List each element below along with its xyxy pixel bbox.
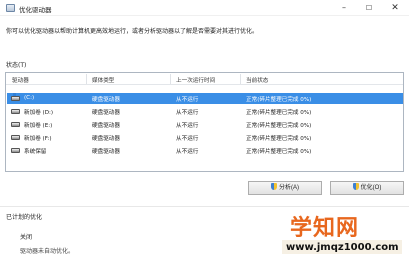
media-type: 硬盘驱动器 xyxy=(92,136,120,142)
status-label: 状态(T) xyxy=(6,62,27,69)
list-header: 驱动器 媒体类型 上一次运行时间 当前状态 xyxy=(6,73,403,85)
table-row[interactable]: 系统保留 硬盘驱动器 从不运行 正常(碎片整理已完成 0%) xyxy=(7,145,403,156)
scheduled-state: 关闭 xyxy=(20,234,33,241)
window-title: 优化驱动器 xyxy=(19,6,52,14)
optimize-label: 优化(O) xyxy=(360,185,382,191)
last-run: 从不运行 xyxy=(176,110,199,116)
scheduled-description: 驱动器未自动优化。 xyxy=(20,248,75,255)
analyze-button[interactable]: 分析(A) xyxy=(248,181,322,195)
maximize-icon[interactable]: ☐ xyxy=(358,2,380,14)
column-header-last-run[interactable]: 上一次运行时间 xyxy=(176,76,215,84)
drive-name: (C:) xyxy=(24,95,35,101)
column-divider[interactable] xyxy=(86,74,87,84)
current-status: 正常(碎片整理已完成 0%) xyxy=(246,136,312,142)
uac-shield-icon xyxy=(352,183,359,190)
close-icon[interactable]: ✕ xyxy=(384,2,406,14)
drive-list[interactable]: 驱动器 媒体类型 上一次运行时间 当前状态 (C:) 硬盘驱动器 从不运行 正常… xyxy=(5,72,404,172)
current-status: 正常(碎片整理已完成 0%) xyxy=(246,97,312,103)
current-status: 正常(碎片整理已完成 0%) xyxy=(246,149,312,155)
watermark-url: www.jmqz1000.com xyxy=(286,242,399,253)
media-type: 硬盘驱动器 xyxy=(92,149,120,155)
intro-text: 你可以优化驱动器以帮助计算机更高效地运行，或者分析驱动器以了解是否需要对其进行优… xyxy=(6,28,259,35)
column-header-status[interactable]: 当前状态 xyxy=(246,76,268,84)
system-drive-icon xyxy=(11,93,20,101)
last-run: 从不运行 xyxy=(176,136,199,142)
watermark-brand: 学知网 xyxy=(290,216,360,241)
last-run: 从不运行 xyxy=(176,123,199,129)
uac-shield-icon xyxy=(271,183,277,190)
column-header-drive[interactable]: 驱动器 xyxy=(12,76,29,84)
table-row[interactable]: 新加卷 (F:) 硬盘驱动器 从不运行 正常(碎片整理已完成 0%) xyxy=(7,132,403,143)
drive-name: 新加卷 (E:) xyxy=(24,123,53,129)
drive-icon xyxy=(11,135,20,140)
column-divider[interactable] xyxy=(170,74,171,84)
title-bar: 优化驱动器 – ☐ ✕ xyxy=(0,0,409,16)
last-run: 从不运行 xyxy=(176,97,199,103)
drive-name: 新加卷 (F:) xyxy=(24,136,52,142)
current-status: 正常(碎片整理已完成 0%) xyxy=(246,110,312,116)
drive-icon xyxy=(11,109,20,114)
defrag-app-icon xyxy=(6,4,15,12)
media-type: 硬盘驱动器 xyxy=(92,123,120,129)
column-divider[interactable] xyxy=(240,74,241,84)
media-type: 硬盘驱动器 xyxy=(92,110,120,116)
table-row[interactable]: 新加卷 (D:) 硬盘驱动器 从不运行 正常(碎片整理已完成 0%) xyxy=(7,106,403,117)
last-run: 从不运行 xyxy=(176,149,199,155)
scheduled-optimization-label: 已计划的优化 xyxy=(6,214,43,221)
table-row[interactable]: (C:) 硬盘驱动器 从不运行 正常(碎片整理已完成 0%) xyxy=(7,93,403,104)
current-status: 正常(碎片整理已完成 0%) xyxy=(246,123,312,129)
media-type: 硬盘驱动器 xyxy=(92,97,120,103)
drive-name: 系统保留 xyxy=(24,149,47,155)
column-header-media[interactable]: 媒体类型 xyxy=(92,76,114,84)
optimize-button[interactable]: 优化(O) xyxy=(330,181,404,195)
section-divider xyxy=(0,206,409,207)
drive-icon xyxy=(11,122,20,127)
analyze-label: 分析(A) xyxy=(279,185,299,191)
minimize-icon[interactable]: – xyxy=(333,2,355,14)
drive-name: 新加卷 (D:) xyxy=(24,110,54,116)
drive-icon xyxy=(11,148,20,153)
table-row[interactable]: 新加卷 (E:) 硬盘驱动器 从不运行 正常(碎片整理已完成 0%) xyxy=(7,119,403,130)
